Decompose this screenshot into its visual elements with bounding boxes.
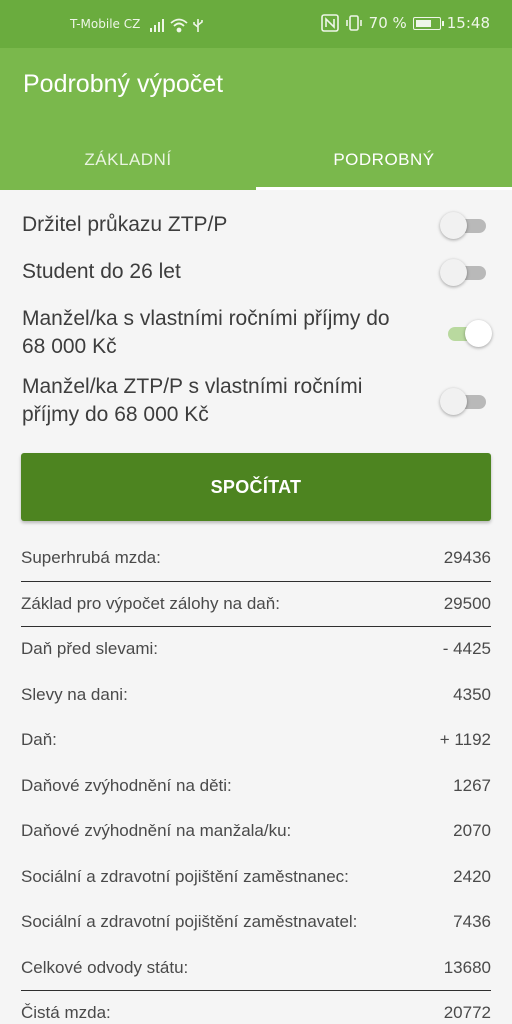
battery-percent: 70 % — [368, 14, 407, 32]
toggle-row-student[interactable]: Student do 26 let — [22, 257, 492, 287]
scroll-content[interactable]: Držitel průkazu ZTP/P Student do 26 let … — [0, 190, 512, 1024]
result-label: Čistá mzda: — [21, 1003, 111, 1022]
result-label: Sociální a zdravotní pojištění zaměstnan… — [21, 866, 349, 886]
battery-icon — [412, 16, 444, 30]
result-value: + 1192 — [439, 730, 491, 749]
toggle-row-spouse-income[interactable]: Manžel/ka s vlastními ročními příjmy do … — [22, 305, 492, 361]
result-row: Daňové zvýhodnění na děti: 1267 — [21, 764, 491, 810]
result-value: 1267 — [453, 775, 491, 795]
result-row: Daň před slevami: - 4425 — [21, 627, 491, 673]
results-list: Superhrubá mzda: 29436 Základ pro výpočet… — [21, 536, 491, 1024]
result-value: 20772 — [443, 1003, 491, 1022]
result-label: Slevy na dani: — [21, 684, 128, 704]
student-switch[interactable] — [440, 257, 492, 287]
result-row: Sociální a zdravotní pojištění zaměstnav… — [21, 900, 491, 946]
toggle-label: Manžel/ka ZTP/P s vlastními ročními příj… — [22, 375, 363, 426]
spouse-ztpp-switch[interactable] — [440, 386, 492, 416]
tab-zakladni[interactable]: ZÁKLADNÍ — [0, 138, 256, 190]
spouse-income-switch[interactable] — [440, 318, 492, 348]
result-row: Čistá mzda: 20772 — [21, 991, 491, 1024]
result-value: 29436 — [443, 548, 491, 567]
toggle-row-ztpp[interactable]: Držitel průkazu ZTP/P — [22, 210, 492, 240]
signal-icon — [150, 18, 203, 33]
clock: 15:48 — [446, 14, 490, 32]
vibrate-icon — [345, 15, 362, 31]
result-label: Daň před slevami: — [21, 639, 159, 658]
result-row: Základ pro výpočet zálohy na daň: 29500 — [21, 582, 491, 627]
result-value: 4350 — [453, 684, 491, 704]
result-value: 7436 — [453, 912, 491, 931]
result-label: Daň: — [21, 730, 57, 749]
page-title: Podrobný výpočet — [23, 70, 224, 98]
result-row: Sociální a zdravotní pojištění zaměstnan… — [21, 855, 491, 901]
result-row: Slevy na dani: 4350 — [21, 673, 491, 719]
result-label: Superhrubá mzda: — [21, 548, 161, 567]
status-bar: T-Mobile CZ 70 % 15:48 — [0, 0, 512, 48]
result-row: Superhrubá mzda: 29436 — [21, 536, 491, 582]
result-label: Daňové zvýhodnění na děti: — [21, 775, 232, 795]
tab-podrobny[interactable]: PODROBNÝ — [256, 138, 512, 190]
nfc-icon — [320, 14, 339, 32]
result-label: Základ pro výpočet zálohy na daň: — [21, 593, 280, 613]
result-label: Celkové odvody státu: — [21, 957, 189, 977]
result-value: 13680 — [443, 957, 491, 977]
toggle-label: Manžel/ka s vlastními ročními příjmy do … — [22, 307, 390, 358]
carrier-name: T-Mobile CZ — [70, 17, 141, 31]
result-value: - 4425 — [442, 639, 491, 658]
calculate-button[interactable]: SPOČÍTAT — [21, 453, 491, 521]
toggle-label: Držitel průkazu ZTP/P — [22, 213, 228, 236]
result-row: Daňové zvýhodnění na manžala/ku: 2070 — [21, 809, 491, 855]
wifi-icon — [170, 18, 188, 33]
toggle-row-spouse-ztpp[interactable]: Manžel/ka ZTP/P s vlastními ročními příj… — [22, 373, 492, 429]
app-bar: Podrobný výpočet ZÁKLADNÍ PODROBNÝ — [0, 48, 512, 190]
toggle-label: Student do 26 let — [22, 260, 181, 283]
result-row: Daň: + 1192 — [21, 718, 491, 764]
result-label: Daňové zvýhodnění na manžala/ku: — [21, 821, 292, 840]
usb-icon — [193, 19, 203, 32]
result-value: 2070 — [453, 821, 491, 840]
result-value: 29500 — [443, 593, 491, 613]
result-label: Sociální a zdravotní pojištění zaměstnav… — [21, 912, 358, 931]
result-value: 2420 — [453, 866, 491, 886]
ztpp-switch[interactable] — [440, 210, 492, 240]
tab-bar: ZÁKLADNÍ PODROBNÝ — [0, 138, 512, 190]
result-row: Celkové odvody státu: 13680 — [21, 946, 491, 991]
